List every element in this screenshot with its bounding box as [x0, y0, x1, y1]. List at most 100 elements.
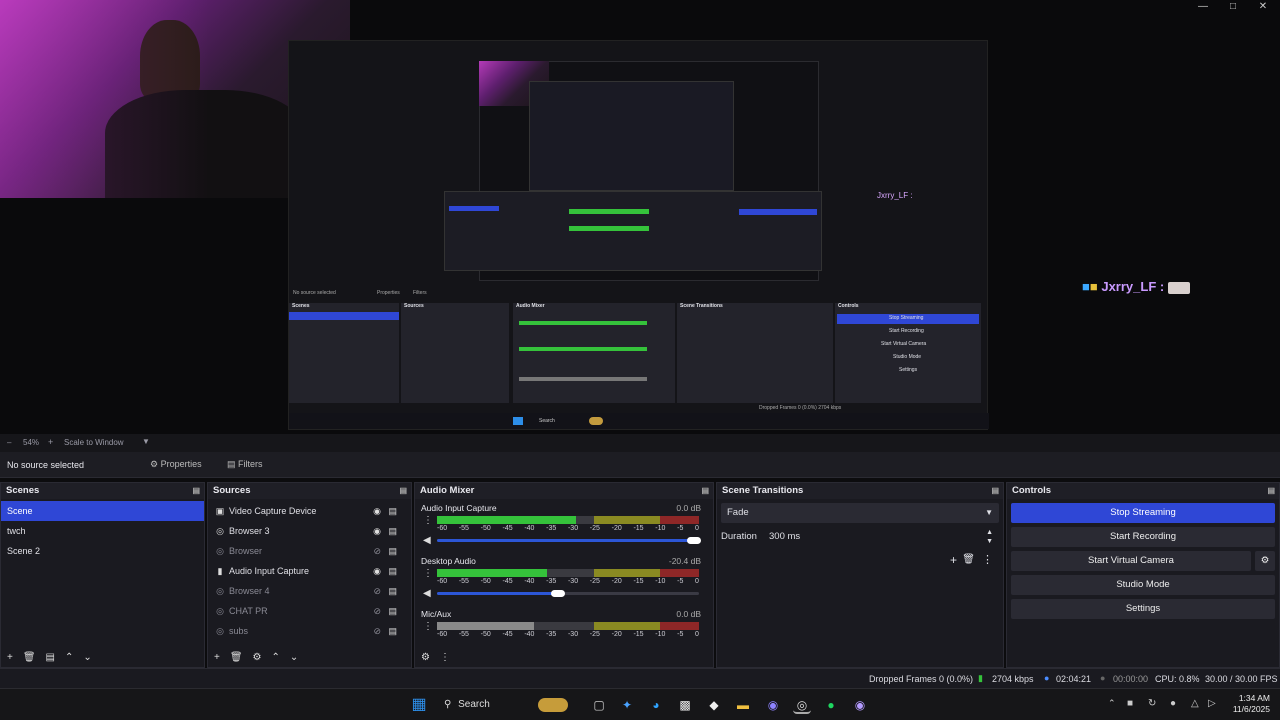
move-up-button[interactable]: ⌃ [65, 652, 73, 663]
zoom-in-button[interactable]: + [48, 437, 53, 447]
scenes-dock: Scenes ▤ Scene twch Scene 2 + 🗑 ▤ ⌃ ⌄ [0, 482, 205, 668]
mute-button[interactable]: ◀ [423, 588, 431, 599]
taskbar-search[interactable]: ⚲ Search [438, 695, 578, 715]
volume-slider[interactable] [437, 590, 699, 597]
advanced-audio-button[interactable]: ⚙ [421, 652, 430, 663]
undock-icon[interactable]: ▤ [701, 483, 709, 499]
eye-off-icon[interactable]: ⊘ [373, 581, 381, 601]
tray-expand-icon[interactable]: ⌃ [1108, 698, 1116, 709]
remove-scene-button[interactable]: 🗑 [23, 652, 36, 663]
source-item[interactable]: ◎ Browser 3 ◉ ▤ [208, 521, 411, 541]
move-down-button[interactable]: ⌄ [290, 652, 298, 663]
stream-preview[interactable]: — □ ✕ Jxrry_LF : No source selected Prop… [0, 0, 1280, 434]
virtual-camera-settings-button[interactable]: ⚙ [1255, 551, 1275, 571]
filters-button[interactable]: ▤ Filters [227, 459, 263, 470]
scene-filter-button[interactable]: ▤ [46, 652, 55, 663]
lock-icon[interactable]: ▤ [388, 601, 397, 621]
channel-menu-button[interactable]: ⋮ [423, 568, 433, 579]
minimize-button[interactable]: — [1188, 0, 1218, 14]
source-properties-button[interactable]: ⚙ [253, 652, 262, 663]
obs-icon[interactable]: ◎ [793, 696, 811, 714]
scale-mode-label[interactable]: Scale to Window [64, 438, 124, 447]
dropped-frames: Dropped Frames 0 (0.0%) [869, 674, 974, 684]
lock-icon[interactable]: ▤ [388, 521, 397, 541]
add-source-button[interactable]: + [214, 652, 220, 663]
tray-app-icon[interactable]: ■ [1127, 698, 1133, 709]
add-scene-button[interactable]: + [7, 652, 13, 663]
move-up-button[interactable]: ⌃ [272, 652, 280, 663]
mixer-menu-button[interactable]: ⋮ [440, 652, 450, 663]
tick-label: 0 [695, 578, 699, 585]
undock-icon[interactable]: ▤ [399, 483, 407, 499]
undock-icon[interactable]: ▤ [991, 483, 999, 499]
source-item[interactable]: ◎ Browser ⊘ ▤ [208, 541, 411, 561]
eye-icon[interactable]: ◉ [373, 521, 381, 541]
transition-select[interactable]: Fade ▼ [721, 503, 999, 523]
move-down-button[interactable]: ⌄ [83, 652, 91, 663]
close-button[interactable]: ✕ [1248, 0, 1278, 14]
eye-off-icon[interactable]: ⊘ [373, 541, 381, 561]
transition-menu-button[interactable]: ⋮ [982, 553, 993, 566]
channel-menu-button[interactable]: ⋮ [423, 621, 433, 632]
copilot-icon[interactable]: ✦ [618, 696, 636, 714]
clock[interactable]: 1:34 AM 11/6/2025 [1222, 693, 1270, 715]
mute-button[interactable]: ◀ [423, 535, 431, 546]
eye-off-icon[interactable]: ⊘ [373, 621, 381, 641]
source-item[interactable]: ◎ subs ⊘ ▤ [208, 621, 411, 641]
maximize-button[interactable]: □ [1218, 0, 1248, 14]
slider-handle[interactable] [550, 590, 565, 597]
settings-button[interactable]: Settings [1011, 599, 1275, 619]
scene-item[interactable]: Scene 2 [1, 541, 204, 561]
remove-transition-button[interactable]: 🗑 [962, 554, 975, 565]
eye-icon[interactable]: ◉ [373, 561, 381, 581]
lock-icon[interactable]: ▤ [388, 581, 397, 601]
start-virtual-camera-button[interactable]: Start Virtual Camera [1011, 551, 1251, 571]
chat-username: Jxrry_LF : [1101, 279, 1165, 294]
volume-slider[interactable] [437, 537, 701, 544]
source-label: Browser 3 [229, 526, 270, 536]
windows-start-icon[interactable]: ▦ [410, 696, 428, 714]
duration-input[interactable]: 300 ms ▲ ▼ [763, 527, 999, 547]
eye-off-icon[interactable]: ⊘ [373, 601, 381, 621]
eye-icon[interactable]: ◉ [373, 501, 381, 521]
channel-menu-button[interactable]: ⋮ [423, 515, 433, 526]
lock-icon[interactable]: ▤ [388, 561, 397, 581]
lock-icon[interactable]: ▤ [388, 541, 397, 561]
task-view-icon[interactable]: ▢ [590, 696, 608, 714]
tray-sync-icon[interactable]: ↻ [1148, 698, 1156, 709]
source-item[interactable]: ◎ Browser 4 ⊘ ▤ [208, 581, 411, 601]
scene-item[interactable]: twch [1, 521, 204, 541]
discord-icon[interactable]: ◉ [764, 696, 782, 714]
zoom-out-button[interactable]: – [7, 438, 11, 447]
camera-icon: ▣ [215, 506, 225, 516]
volume-icon[interactable]: ▷ [1208, 698, 1216, 709]
lock-icon[interactable]: ▤ [388, 621, 397, 641]
folder-icon[interactable]: ▬ [734, 696, 752, 714]
remove-source-button[interactable]: 🗑 [230, 652, 243, 663]
app-icon[interactable]: ◉ [851, 696, 869, 714]
microphone-icon: ▮ [217, 566, 223, 576]
edge-icon[interactable]: ◕ [647, 696, 665, 714]
undock-icon[interactable]: ▤ [1267, 483, 1275, 499]
spotify-icon[interactable]: ● [822, 696, 840, 714]
scene-item[interactable]: Scene [1, 501, 204, 521]
source-item[interactable]: ▣ Video Capture Device ◉ ▤ [208, 501, 411, 521]
lock-icon[interactable]: ▤ [388, 501, 397, 521]
stop-streaming-button[interactable]: Stop Streaming [1011, 503, 1275, 523]
map-pin-icon[interactable]: ◆ [705, 696, 723, 714]
slider-handle[interactable] [687, 537, 701, 544]
start-recording-button[interactable]: Start Recording [1011, 527, 1275, 547]
globe-icon: ◎ [216, 626, 224, 636]
microphone-icon[interactable]: ● [1170, 698, 1176, 709]
meter-ticks: -60 -55 -50 -45 -40 -35 -30 -25 -20 -15 -10 -5 0 [437, 578, 699, 586]
chevron-down-icon[interactable]: ▼ [142, 437, 150, 446]
wifi-icon[interactable]: △ [1191, 698, 1199, 709]
source-item[interactable]: ◎ CHAT PR ⊘ ▤ [208, 601, 411, 621]
undock-icon[interactable]: ▤ [192, 483, 200, 499]
studio-mode-button[interactable]: Studio Mode [1011, 575, 1275, 595]
properties-button[interactable]: ⚙ Properties [150, 459, 202, 470]
store-icon[interactable]: ▩ [676, 696, 694, 714]
source-item[interactable]: ▮ Audio Input Capture ◉ ▤ [208, 561, 411, 581]
add-transition-button[interactable]: + [950, 553, 957, 567]
stepper-icon[interactable]: ▲ ▼ [986, 527, 993, 546]
